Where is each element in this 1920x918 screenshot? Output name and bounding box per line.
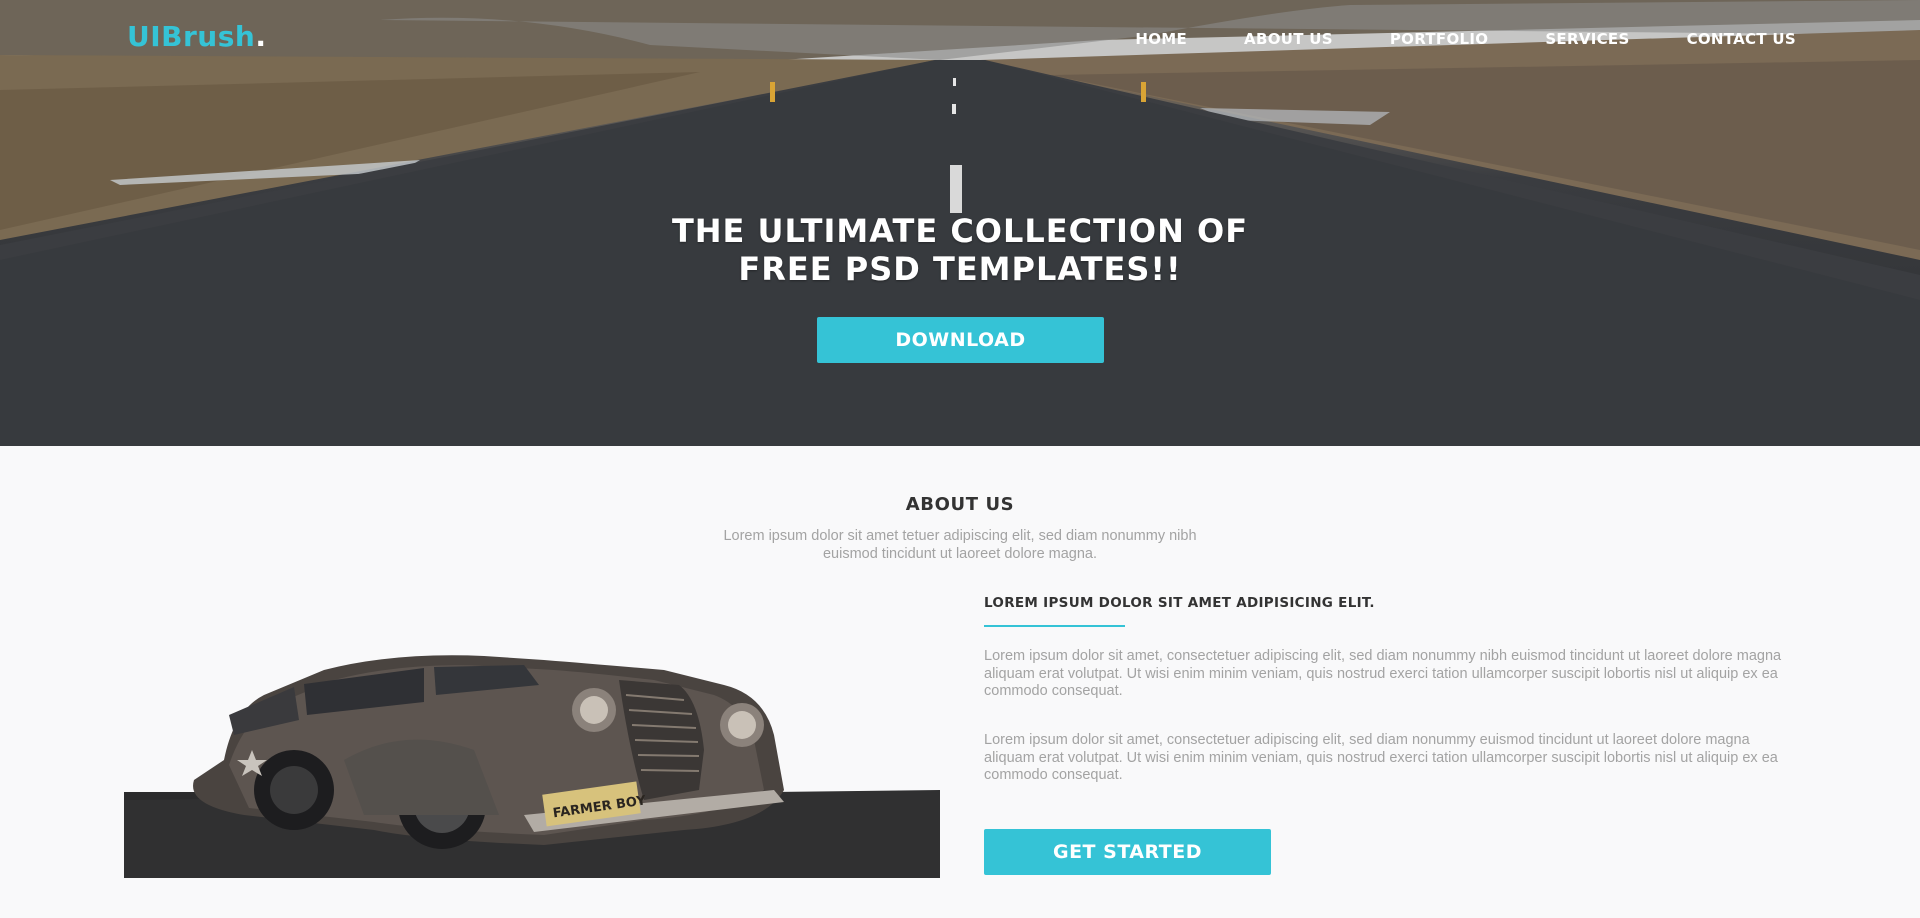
logo-dot: . (255, 20, 267, 53)
site-logo[interactable]: UIBrush. (127, 20, 266, 53)
about-subtitle-line1: Lorem ipsum dolor sit amet tetuer adipis… (723, 528, 1197, 544)
content-heading: LOREM IPSUM DOLOR SIT AMET ADIPISICING E… (984, 595, 1375, 611)
about-subtitle-line2: euismod tincidunt ut laoreet dolore magn… (822, 546, 1098, 562)
main-nav: HOME ABOUT US PORTFOLIO SERVICES CONTACT… (1078, 30, 1796, 48)
nav-contact-us[interactable]: CONTACT US (1687, 30, 1796, 48)
nav-portfolio[interactable]: PORTFOLIO (1390, 30, 1488, 48)
logo-text: UIBrush (127, 20, 256, 53)
nav-about-us[interactable]: ABOUT US (1244, 30, 1333, 48)
download-button[interactable]: DOWNLOAD (817, 317, 1104, 363)
vintage-car-image: FARMER BOY (124, 655, 940, 878)
hero-banner: UIBrush. HOME ABOUT US PORTFOLIO SERVICE… (0, 0, 1920, 446)
about-paragraph-1: Lorem ipsum dolor sit amet, consectetuer… (984, 648, 1782, 699)
about-subtitle: Lorem ipsum dolor sit amet tetuer adipis… (590, 527, 1330, 563)
nav-services[interactable]: SERVICES (1545, 30, 1629, 48)
hero-title-line2: FREE PSD TEMPLATES!! (738, 250, 1182, 288)
get-started-button[interactable]: GET STARTED (984, 829, 1271, 875)
nav-home[interactable]: HOME (1135, 30, 1187, 48)
heading-underline (984, 625, 1125, 627)
about-section-title: ABOUT US (905, 494, 1015, 515)
hero-title: THE ULTIMATE COLLECTION OF FREE PSD TEMP… (0, 212, 1920, 288)
hero-title-line1: THE ULTIMATE COLLECTION OF (671, 212, 1249, 250)
about-paragraph-2: Lorem ipsum dolor sit amet, consectetuer… (984, 732, 1778, 783)
